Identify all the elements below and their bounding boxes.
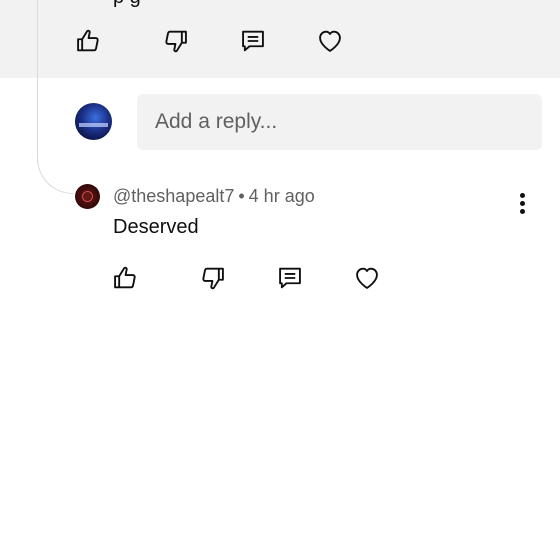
comment-icon xyxy=(242,30,264,52)
reply-author-name[interactable]: @theshapealt7 xyxy=(113,186,234,206)
parent-comment-text-partial: p g xyxy=(113,0,141,9)
dislike-button[interactable] xyxy=(198,263,228,293)
heart-icon xyxy=(356,267,378,289)
reply-text: Deserved xyxy=(113,216,199,238)
meta-separator: • xyxy=(238,186,245,206)
reply-button[interactable] xyxy=(275,263,305,293)
thumbs-up-icon xyxy=(114,266,136,289)
reply-button[interactable] xyxy=(238,26,268,56)
reply-author-avatar[interactable] xyxy=(75,184,100,209)
reply-comment-actions xyxy=(110,263,382,293)
more-options-button[interactable] xyxy=(508,188,536,218)
thread-connector-curve xyxy=(37,150,73,194)
more-vertical-icon xyxy=(519,192,525,198)
current-user-avatar xyxy=(75,103,112,140)
reply-timestamp[interactable]: 4 hr ago xyxy=(249,186,315,206)
reply-meta: @theshapealt7 • 4 hr ago xyxy=(113,186,315,207)
comment-icon xyxy=(279,267,301,289)
dislike-button[interactable] xyxy=(161,26,191,56)
reply-input[interactable] xyxy=(137,94,542,150)
thumbs-down-icon xyxy=(165,30,187,53)
like-button[interactable] xyxy=(110,263,140,293)
parent-comment-actions xyxy=(73,26,345,56)
heart-icon xyxy=(319,30,341,52)
comment-thread: p g @theshapealt7•4 hr ago Deserved xyxy=(0,0,560,560)
heart-button[interactable] xyxy=(315,26,345,56)
like-button[interactable] xyxy=(73,26,103,56)
thumbs-up-icon xyxy=(77,29,99,52)
thumbs-down-icon xyxy=(202,267,224,290)
thread-connector-line xyxy=(37,0,38,163)
heart-button[interactable] xyxy=(352,263,382,293)
